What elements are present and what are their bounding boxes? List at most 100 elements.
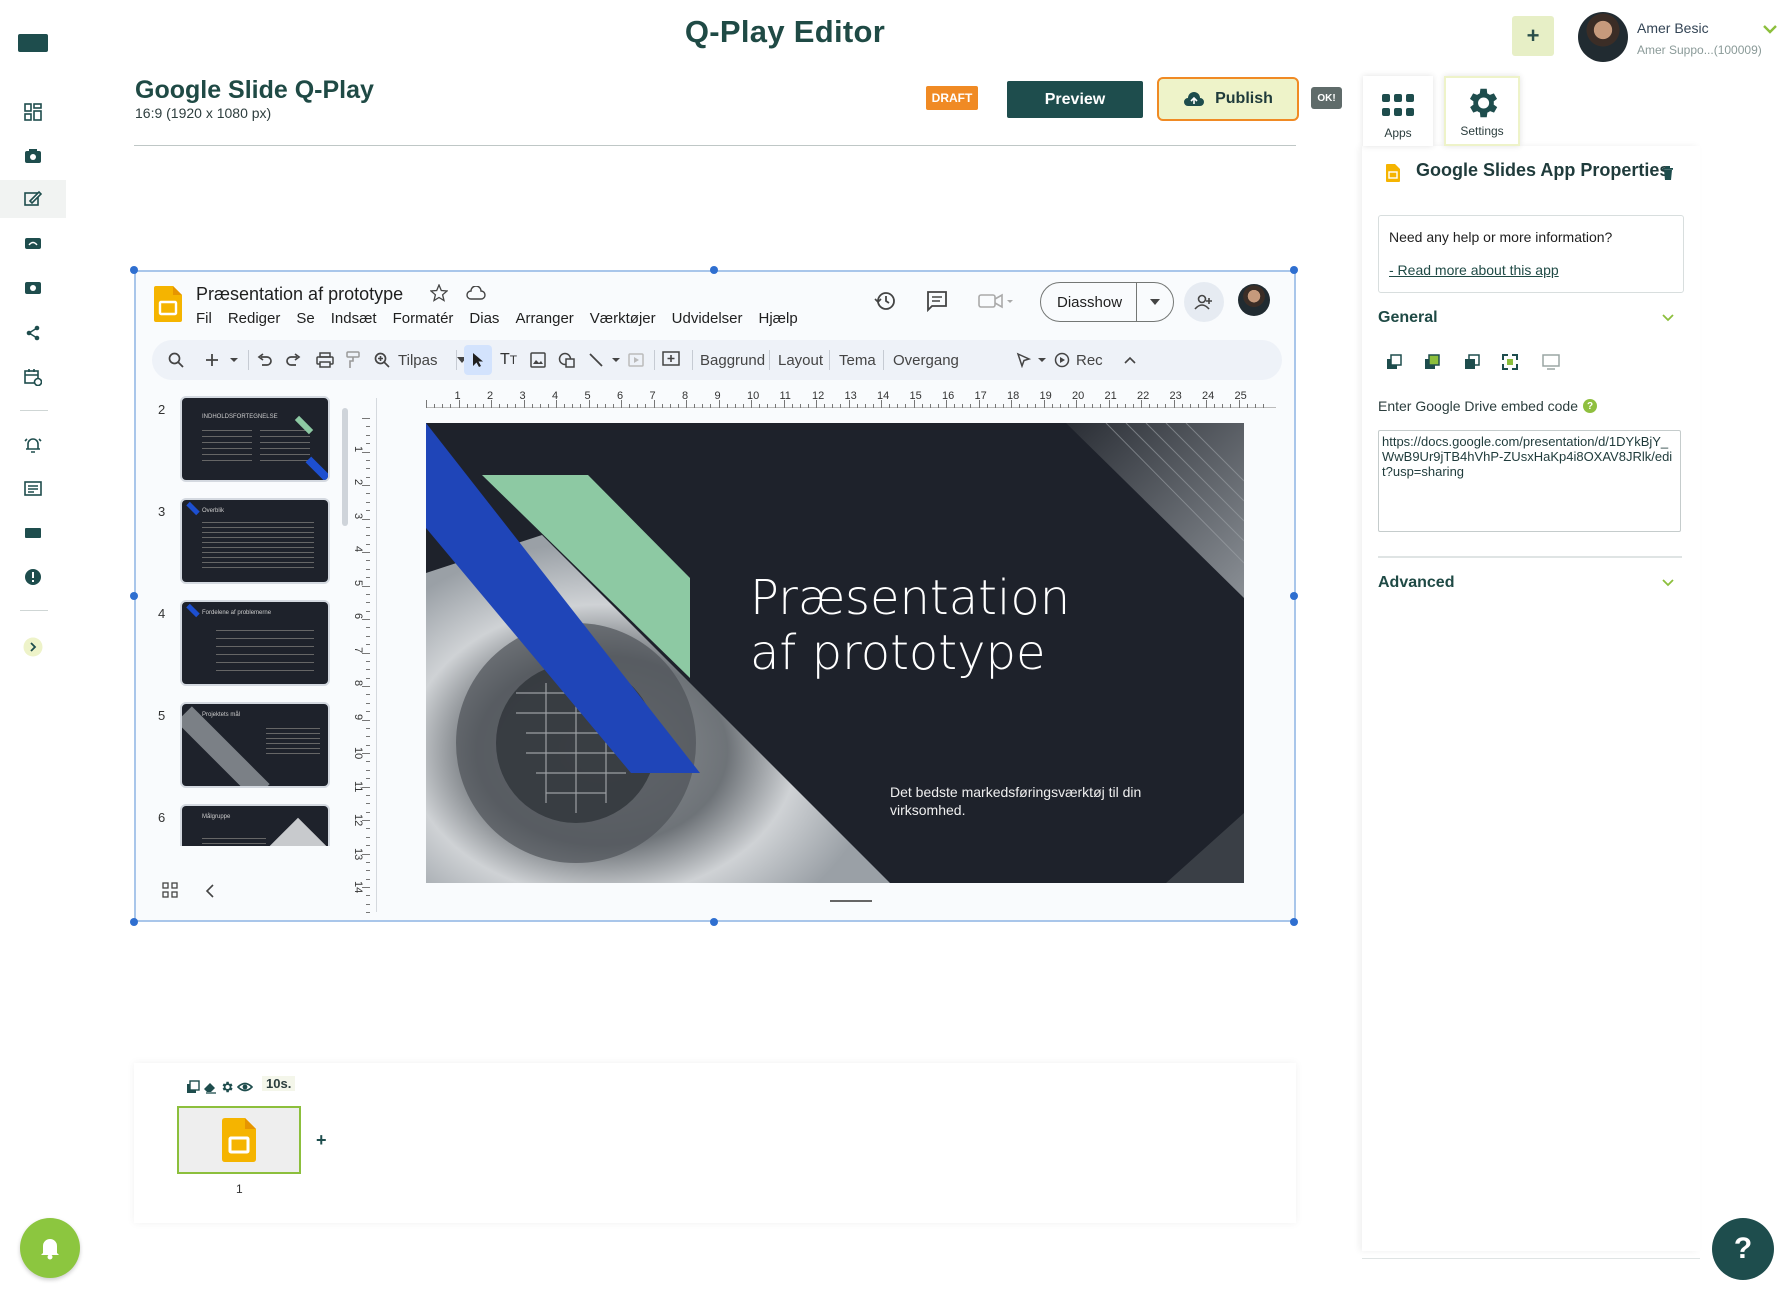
shape-icon[interactable] [558,340,576,380]
slide-thumbnail[interactable]: INDHOLDSFORTEGNELSE [180,396,330,482]
menu-edit[interactable]: Rediger [228,310,281,327]
duplicate-icon[interactable] [1464,354,1480,370]
slide-title[interactable]: Præsentation af prototype [750,571,1070,681]
expand-sidebar-icon[interactable] [18,632,48,662]
menu-slide[interactable]: Dias [469,310,499,327]
chevron-down-icon[interactable] [1662,314,1674,322]
user-avatar[interactable] [1578,12,1628,62]
new-slide-icon[interactable] [204,340,240,380]
collapse-toolbar-icon[interactable] [1124,340,1136,380]
video-insert-icon[interactable] [628,340,644,380]
presentation-title[interactable]: Præsentation af prototype [196,284,403,305]
alerts-icon[interactable] [18,430,48,460]
background-button[interactable]: Baggrund [700,340,765,380]
slides-user-avatar[interactable] [1238,284,1270,316]
copy-layer-green-icon[interactable] [1424,354,1440,370]
paint-format-icon[interactable] [346,340,360,380]
publish-button[interactable]: Publish [1157,77,1299,121]
media-library-icon[interactable] [18,141,48,171]
screens-icon[interactable] [18,229,48,259]
timeline-slide-thumbnail[interactable] [177,1106,301,1174]
user-name[interactable]: Amer Besic [1637,20,1709,36]
share-icon[interactable] [18,318,48,348]
slideshow-dropdown-icon[interactable] [1135,283,1173,321]
zoom-icon[interactable] [374,340,390,380]
chevron-down-icon[interactable] [1662,579,1674,587]
tab-settings[interactable]: Settings [1444,76,1520,146]
resize-handle[interactable] [130,266,138,274]
resize-handle[interactable] [1290,918,1298,926]
comments-icon[interactable] [926,290,948,312]
menu-file[interactable]: Fil [196,310,212,327]
grid-view-icon[interactable] [162,882,178,898]
slide-subtitle[interactable]: Det bedste markedsføringsværktøj til din… [890,783,1150,819]
news-icon[interactable] [18,474,48,504]
copy-icon[interactable] [186,1080,200,1094]
copy-layer-icon[interactable] [1386,354,1402,370]
add-slide-button[interactable]: + [316,1130,327,1151]
tab-apps[interactable]: Apps [1363,76,1433,146]
speaker-notes-handle[interactable] [830,900,872,902]
print-icon[interactable] [316,340,334,380]
rec-button[interactable]: Rec [1054,340,1103,380]
star-icon[interactable] [430,284,448,302]
slide-thumbnail[interactable]: Overblik [180,498,330,584]
share-person-icon[interactable] [1184,282,1224,322]
eraser-icon[interactable] [203,1080,217,1094]
menu-extensions[interactable]: Udvidelser [672,310,743,327]
theme-button[interactable]: Tema [839,340,876,380]
search-menus-icon[interactable] [168,340,184,380]
resize-handle[interactable] [1290,592,1298,600]
slideshow-button[interactable]: Diasshow [1040,282,1174,322]
video-call-icon[interactable] [978,292,1014,310]
info-alert-icon[interactable] [18,562,48,592]
history-icon[interactable] [874,290,896,312]
undo-icon[interactable] [256,340,272,380]
line-tool-icon[interactable] [588,340,622,380]
read-more-link[interactable]: - Read more about this app [1389,262,1559,278]
filmstrip-scrollbar[interactable] [342,408,348,526]
zoom-select[interactable]: Tilpas [398,340,468,380]
embed-code-textarea[interactable]: https://docs.google.com/presentation/d/1… [1378,430,1681,532]
slide-thumbnail[interactable]: Målgruppe [180,804,330,846]
general-section-header[interactable]: General [1378,309,1438,327]
resize-handle[interactable] [1290,266,1298,274]
preview-button[interactable]: Preview [1007,81,1143,118]
trash-icon[interactable] [1662,166,1674,180]
eye-icon[interactable] [237,1080,253,1094]
fullscreen-icon[interactable] [1502,354,1518,370]
transition-button[interactable]: Overgang [893,340,959,380]
menu-tools[interactable]: Værktøjer [590,310,656,327]
screen-fit-icon[interactable] [1542,354,1560,370]
slide-duration[interactable]: 10s. [262,1076,296,1091]
redo-icon[interactable] [286,340,302,380]
resize-handle[interactable] [710,918,718,926]
layout-button[interactable]: Layout [778,340,823,380]
playlist-editor-icon[interactable] [0,180,66,218]
menu-help[interactable]: Hjælp [759,310,798,327]
menu-arrange[interactable]: Arranger [515,310,573,327]
help-button[interactable]: ? [1712,1218,1774,1280]
google-slides-embed[interactable]: Præsentation af prototype Fil Rediger Se… [134,270,1296,922]
channels-icon[interactable] [18,273,48,303]
schedule-icon[interactable] [18,362,48,392]
dashboard-icon[interactable] [18,97,48,127]
display-icon[interactable] [18,518,48,548]
text-box-icon[interactable]: TT [500,340,517,380]
add-button[interactable]: + [1512,16,1554,56]
collapse-filmstrip-icon[interactable] [204,884,216,898]
slide-thumbnail[interactable]: Projektets mål [180,702,330,788]
slide-canvas[interactable]: Præsentation af prototype Det bedste mar… [426,423,1244,883]
chevron-down-icon[interactable] [1762,24,1778,34]
image-icon[interactable] [530,340,546,380]
slide-thumbnail[interactable]: Fordelene af problemerne [180,600,330,686]
menu-insert[interactable]: Indsæt [331,310,377,327]
menu-view[interactable]: Se [296,310,314,327]
select-tool-icon[interactable] [464,345,492,375]
comment-insert-icon[interactable] [662,340,680,380]
resize-handle[interactable] [130,592,138,600]
notifications-button[interactable] [20,1218,80,1278]
advanced-section-header[interactable]: Advanced [1378,574,1454,592]
resize-handle[interactable] [130,918,138,926]
pointer-mode-icon[interactable] [1016,340,1050,380]
